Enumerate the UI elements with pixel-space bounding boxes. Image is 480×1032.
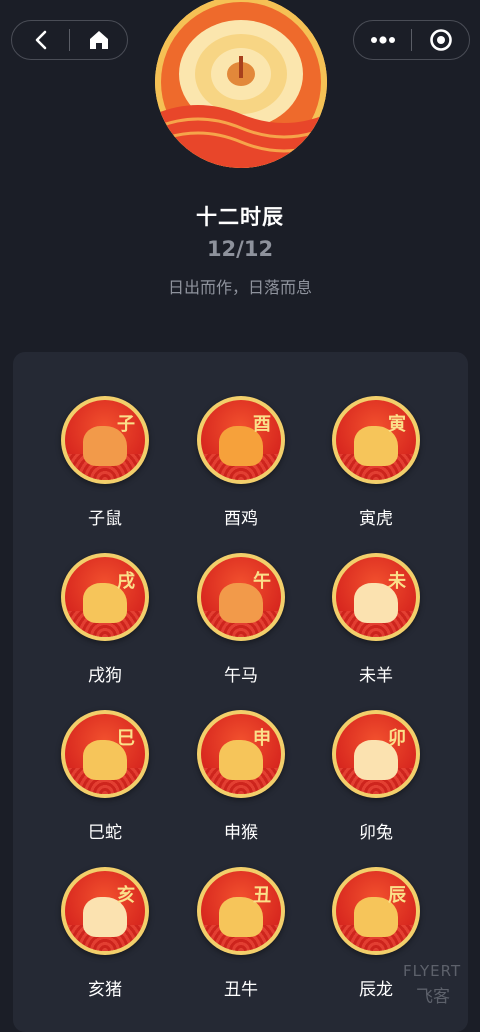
badge-grid-panel: 子子鼠酉酉鸡寅寅虎戌戌狗午午马未未羊巳巳蛇申申猴卯卯兔亥亥猪丑丑牛辰辰龙 (13, 352, 468, 1032)
earthly-branch-char: 亥 (117, 885, 135, 906)
badge-item[interactable]: 卯卯兔 (311, 710, 441, 850)
badge-background: 子 (65, 400, 145, 480)
badge-label: 巳蛇 (88, 823, 122, 843)
zodiac-badge-icon: 巳 (61, 710, 149, 798)
close-button[interactable] (412, 21, 469, 59)
badge-background: 申 (201, 714, 281, 794)
zodiac-badge-icon: 寅 (332, 396, 420, 484)
back-button[interactable] (12, 21, 69, 59)
zodiac-badge-icon: 亥 (61, 867, 149, 955)
zodiac-badge-icon: 午 (197, 553, 285, 641)
badge-item[interactable]: 寅寅虎 (311, 396, 441, 536)
medal-progress-count: 12/12 (206, 237, 274, 261)
home-button[interactable] (70, 21, 127, 59)
badge-background: 未 (336, 557, 416, 637)
earthly-branch-char: 申 (253, 728, 271, 749)
badge-background: 卯 (336, 714, 416, 794)
nav-capsule-right (353, 20, 470, 60)
badge-item[interactable]: 午午马 (176, 553, 306, 693)
badge-item[interactable]: 酉酉鸡 (176, 396, 306, 536)
badge-label: 未羊 (359, 666, 393, 686)
badge-item[interactable]: 未未羊 (311, 553, 441, 693)
badge-label: 午马 (224, 666, 258, 686)
badge-label: 酉鸡 (224, 509, 258, 529)
zodiac-badge-icon: 丑 (197, 867, 285, 955)
nav-capsule-left (11, 20, 128, 60)
badge-background: 巳 (65, 714, 145, 794)
badge-item[interactable]: 申申猴 (176, 710, 306, 850)
medal-image (155, 0, 327, 168)
zodiac-badge-icon: 未 (332, 553, 420, 641)
badge-label: 申猴 (224, 823, 258, 843)
more-button[interactable] (354, 21, 411, 59)
earthly-branch-char: 戌 (117, 571, 135, 592)
badge-item[interactable]: 戌戌狗 (40, 553, 170, 693)
back-arrow-icon (35, 30, 46, 50)
zodiac-badge-icon: 酉 (197, 396, 285, 484)
badge-background: 酉 (201, 400, 281, 480)
zodiac-badge-icon: 卯 (332, 710, 420, 798)
badge-label: 丑牛 (224, 980, 258, 1000)
earthly-branch-char: 丑 (253, 885, 271, 906)
medal-subtitle: 日出而作，日落而息 (167, 278, 312, 297)
watermark-brand-cn: 飞客 (416, 987, 450, 1007)
earthly-branch-char: 午 (253, 571, 271, 592)
badge-item[interactable]: 巳巳蛇 (40, 710, 170, 850)
badge-background: 戌 (65, 557, 145, 637)
earthly-branch-char: 卯 (388, 728, 406, 749)
zodiac-badge-icon: 辰 (332, 867, 420, 955)
badge-item[interactable]: 丑丑牛 (176, 867, 306, 1007)
badge-background: 辰 (336, 871, 416, 951)
badge-item[interactable]: 亥亥猪 (40, 867, 170, 1007)
home-icon (89, 31, 108, 49)
zodiac-badge-icon: 戌 (61, 553, 149, 641)
badge-background: 丑 (201, 871, 281, 951)
medal-title: 十二时辰 (196, 205, 284, 229)
badge-item[interactable]: 子子鼠 (40, 396, 170, 536)
watermark-brand: FLYERT (403, 962, 462, 980)
badge-label: 子鼠 (88, 509, 122, 529)
earthly-branch-char: 巳 (117, 728, 135, 749)
badge-label: 戌狗 (88, 666, 122, 686)
badge-label: 寅虎 (359, 509, 393, 529)
sun-sundial-illustration (155, 0, 327, 168)
badge-background: 亥 (65, 871, 145, 951)
target-close-icon (429, 29, 452, 51)
zodiac-badge-icon: 申 (197, 710, 285, 798)
earthly-branch-char: 酉 (253, 414, 271, 435)
badge-background: 午 (201, 557, 281, 637)
earthly-branch-char: 辰 (388, 885, 406, 906)
more-dots-icon (370, 36, 395, 44)
badge-label: 亥猪 (88, 980, 122, 1000)
earthly-branch-char: 寅 (388, 414, 406, 435)
badge-background: 寅 (336, 400, 416, 480)
badge-label: 卯兔 (359, 823, 393, 843)
zodiac-badge-icon: 子 (61, 396, 149, 484)
earthly-branch-char: 未 (388, 571, 406, 592)
earthly-branch-char: 子 (117, 414, 135, 435)
